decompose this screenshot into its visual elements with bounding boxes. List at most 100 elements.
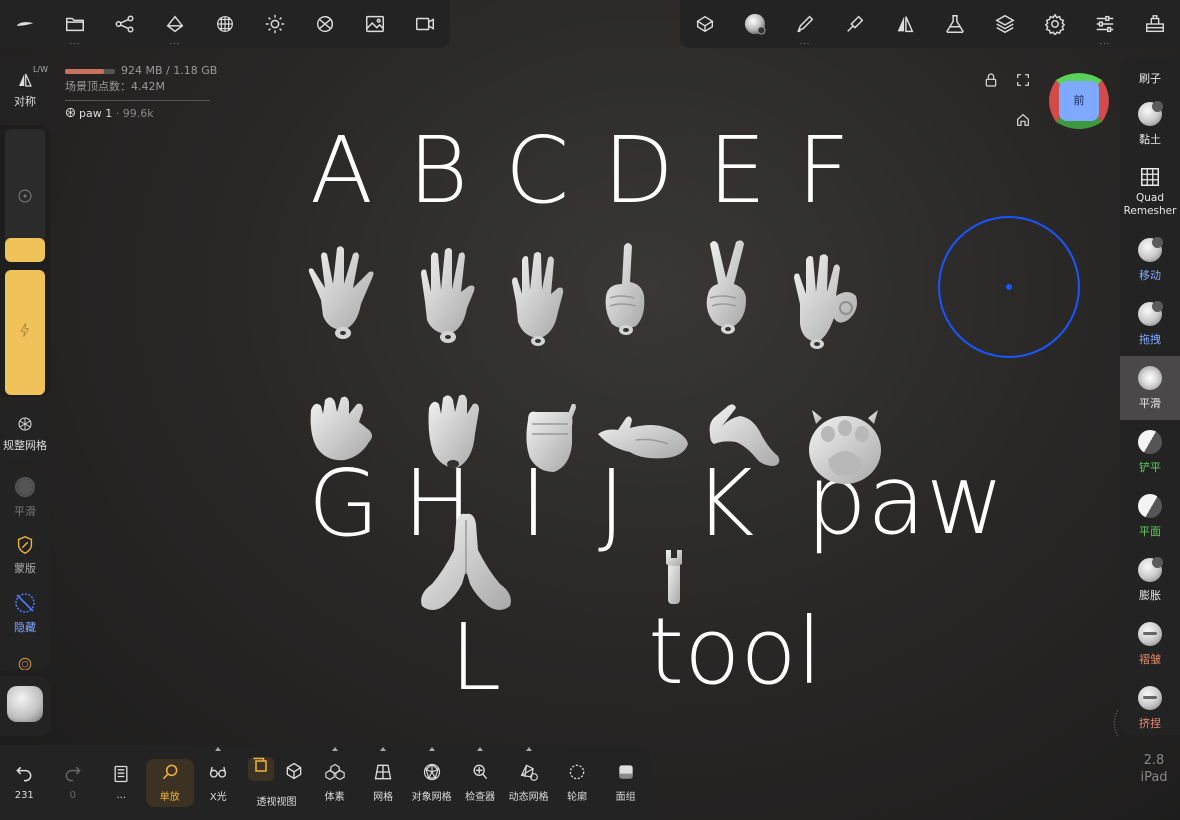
tool-crease-label: 褶皱 bbox=[1139, 652, 1161, 666]
scene-letter-d: D bbox=[603, 117, 674, 224]
memory-bar bbox=[65, 68, 115, 74]
tool-smooth[interactable]: 平滑 bbox=[1120, 356, 1180, 420]
brush-slider-panel bbox=[0, 125, 50, 397]
tool-drag-label: 拖拽 bbox=[1139, 332, 1161, 346]
tool-brush-label: 刷子 bbox=[1139, 72, 1161, 85]
stats-divider bbox=[65, 100, 210, 101]
lock-icon[interactable] bbox=[983, 72, 999, 88]
redo-button[interactable]: 0 bbox=[49, 745, 98, 820]
inspector-button[interactable]: 检查器 bbox=[456, 745, 505, 820]
settings-icon[interactable] bbox=[1030, 0, 1080, 48]
hand-sculpt-g[interactable] bbox=[303, 396, 379, 466]
fullscreen-icon[interactable] bbox=[1015, 72, 1031, 88]
object-row[interactable]: paw 1 · 99.6k bbox=[65, 107, 217, 120]
brush-cursor-center bbox=[1006, 284, 1012, 290]
remesh-button[interactable]: 规整网格 bbox=[0, 405, 50, 462]
hand-sculpt-k[interactable] bbox=[706, 402, 782, 470]
facegroup-button[interactable]: 面组 bbox=[601, 745, 650, 820]
home-icon[interactable] bbox=[1015, 112, 1031, 128]
hand-sculpt-e[interactable] bbox=[700, 238, 756, 338]
radius-fill bbox=[5, 238, 45, 262]
scene-graph-icon[interactable] bbox=[100, 0, 150, 48]
tool-inflate[interactable]: 膨胀 bbox=[1120, 548, 1180, 612]
folder-icon[interactable] bbox=[50, 0, 100, 48]
mesh-icon bbox=[374, 764, 392, 780]
undo-icon bbox=[16, 766, 32, 782]
hand-sculpt-d[interactable] bbox=[600, 240, 650, 340]
tool-bench-icon[interactable] bbox=[1130, 0, 1180, 48]
light-icon[interactable] bbox=[250, 0, 300, 48]
layer-icon[interactable] bbox=[150, 0, 200, 48]
symmetry-icon[interactable] bbox=[880, 0, 930, 48]
flask-icon[interactable] bbox=[930, 0, 980, 48]
tool-brush[interactable]: 刷子 bbox=[1120, 58, 1180, 92]
brush-cursor bbox=[938, 216, 1080, 358]
paw-sculpt[interactable] bbox=[808, 404, 882, 486]
undo-button[interactable]: 231 bbox=[0, 745, 49, 820]
view-gizmo[interactable]: 前 bbox=[1046, 68, 1112, 134]
tool-clay[interactable]: 黏土 bbox=[1120, 92, 1180, 156]
camera-view-icon[interactable] bbox=[680, 0, 730, 48]
layers-icon[interactable] bbox=[980, 0, 1030, 48]
tool-crease[interactable]: 褶皱 bbox=[1120, 612, 1180, 676]
tool-flatten[interactable]: 铲平 bbox=[1120, 420, 1180, 484]
isolate-button[interactable]: 单放 bbox=[145, 758, 194, 807]
hand-sculpt-j[interactable] bbox=[596, 404, 692, 464]
redo-icon bbox=[65, 766, 81, 782]
hand-sculpt-f[interactable] bbox=[790, 250, 862, 350]
stroke-icon[interactable] bbox=[830, 0, 880, 48]
tool-clay-label: 黏土 bbox=[1139, 132, 1161, 146]
move-ball-icon bbox=[1138, 236, 1163, 262]
device-name: iPad bbox=[1140, 770, 1168, 785]
tool-sculpt[interactable] bbox=[662, 548, 686, 606]
voxel-label: 体素 bbox=[324, 792, 345, 803]
mesh-thumbnail-panel bbox=[0, 676, 50, 736]
memory-bar-fill bbox=[65, 68, 104, 74]
image-icon[interactable] bbox=[350, 0, 400, 48]
scene-letter-e: E bbox=[708, 117, 767, 224]
intensity-slider[interactable] bbox=[5, 270, 45, 395]
perspective-button[interactable]: 透视视图 bbox=[243, 745, 311, 820]
symmetry-small-icon bbox=[19, 73, 32, 87]
facegroup-icon bbox=[618, 765, 633, 779]
memory-row: 924 MB / 1.18 GB bbox=[65, 64, 217, 77]
logo-icon[interactable] bbox=[0, 0, 50, 48]
tool-plane[interactable]: 平面 bbox=[1120, 484, 1180, 548]
mesh-preview-thumbnail[interactable] bbox=[7, 686, 43, 722]
ortho-toggle[interactable] bbox=[248, 757, 275, 781]
outline-button[interactable]: 轮廓 bbox=[553, 745, 602, 820]
xray-button[interactable]: X光 bbox=[194, 745, 243, 820]
sliders-icon[interactable] bbox=[1080, 0, 1130, 48]
voxel-button[interactable]: 体素 bbox=[310, 745, 359, 820]
remesh-label: 规整网格 bbox=[3, 438, 47, 452]
material-ball-icon[interactable] bbox=[300, 0, 350, 48]
video-icon[interactable] bbox=[400, 0, 450, 48]
tool-move-label: 移动 bbox=[1139, 268, 1161, 282]
remesh-panel: 规整网格 bbox=[0, 405, 50, 462]
hide-button[interactable]: 隐藏 bbox=[0, 584, 50, 642]
hand-sculpt-l[interactable] bbox=[416, 510, 516, 614]
hand-sculpt-a[interactable] bbox=[303, 242, 383, 342]
hand-sculpt-c[interactable] bbox=[508, 248, 570, 348]
smooth-toggle[interactable]: 平滑 bbox=[0, 468, 50, 526]
notebook-button[interactable]: ... bbox=[97, 745, 146, 820]
radius-slider[interactable] bbox=[5, 129, 45, 262]
pen-icon[interactable] bbox=[780, 0, 830, 48]
mesh-button[interactable]: 网格 bbox=[359, 745, 408, 820]
object-mesh-button[interactable]: 对象网格 bbox=[407, 745, 456, 820]
tool-drag[interactable]: 拖拽 bbox=[1120, 292, 1180, 356]
clay-ball-icon bbox=[1138, 100, 1163, 126]
scene-letter-c: C bbox=[505, 117, 570, 224]
tool-move[interactable]: 移动 bbox=[1120, 228, 1180, 292]
tool-pinch[interactable]: 挤捏 bbox=[1120, 676, 1180, 740]
tool-quad-remesher[interactable]: Quad Remesher bbox=[1120, 156, 1180, 228]
wireframe-sphere-icon[interactable] bbox=[200, 0, 250, 48]
hand-sculpt-b[interactable] bbox=[413, 246, 483, 346]
hand-sculpt-h[interactable] bbox=[423, 394, 483, 474]
dynamic-mesh-button[interactable]: 动态网格 bbox=[504, 745, 553, 820]
perspective-icon bbox=[287, 762, 302, 780]
brush-material-icon[interactable] bbox=[730, 0, 780, 48]
panel-resize-handle[interactable] bbox=[1108, 705, 1122, 741]
hand-sculpt-i[interactable] bbox=[520, 404, 576, 476]
mask-button[interactable]: 蒙版 bbox=[0, 526, 50, 584]
